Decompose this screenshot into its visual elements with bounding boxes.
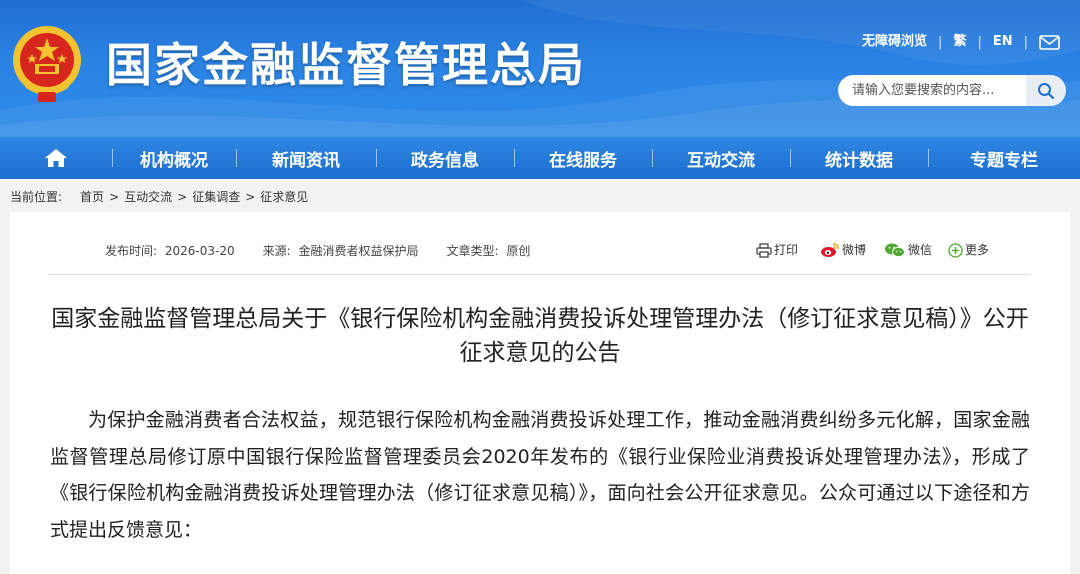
- breadcrumb: 当前位置: 首页 > 互动交流 > 征集调查 > 征求意见: [10, 188, 308, 206]
- national-emblem-icon[interactable]: [8, 22, 86, 106]
- source-value: 金融消费者权益保护局: [298, 244, 419, 258]
- link-separator: |: [1023, 34, 1028, 50]
- weibo-share-button[interactable]: 微博: [820, 240, 866, 260]
- search-icon: [1038, 82, 1055, 99]
- article-type-group: 文章类型: 原创: [447, 242, 531, 260]
- nav-item-interaction[interactable]: 互动交流: [652, 137, 790, 179]
- nav-item-news[interactable]: 新闻资讯: [236, 137, 376, 179]
- nav-item-government-info[interactable]: 政务信息: [376, 137, 514, 179]
- breadcrumb-separator: >: [245, 190, 256, 204]
- print-label: 打印: [774, 243, 799, 257]
- breadcrumb-home[interactable]: 首页: [80, 188, 104, 206]
- more-share-button[interactable]: 更多: [948, 240, 989, 260]
- type-value: 原创: [506, 244, 531, 258]
- home-icon: [45, 149, 67, 167]
- nav-item-online-service[interactable]: 在线服务: [514, 137, 652, 179]
- weibo-label: 微博: [842, 243, 867, 257]
- source-label: 来源:: [262, 244, 291, 258]
- breadcrumb-consultation[interactable]: 征求意见: [260, 188, 308, 206]
- link-separator: |: [977, 34, 982, 50]
- weibo-icon: [821, 243, 839, 257]
- type-label: 文章类型:: [446, 244, 499, 258]
- source-group: 来源: 金融消费者权益保护局: [263, 242, 419, 260]
- mail-icon[interactable]: [1039, 34, 1060, 50]
- accessibility-link[interactable]: 无障碍浏览: [862, 31, 927, 53]
- top-links: 无障碍浏览 | 繁 | EN |: [862, 31, 1060, 53]
- print-icon: [756, 242, 772, 258]
- wechat-icon: [885, 243, 906, 258]
- breadcrumb-interaction[interactable]: 互动交流: [124, 188, 172, 206]
- nav-item-statistics[interactable]: 统计数据: [790, 137, 928, 179]
- publish-date-group: 发布时间: 2026-03-20: [105, 242, 235, 260]
- share-bar: 打印 微博 微信 更多: [756, 240, 999, 260]
- wechat-label: 微信: [908, 243, 933, 257]
- site-header: 国家金融监督管理总局 无障碍浏览 | 繁 | EN |: [0, 0, 1080, 137]
- publish-label: 发布时间:: [105, 244, 158, 258]
- english-link[interactable]: EN: [993, 31, 1013, 53]
- search-input[interactable]: [838, 75, 1026, 106]
- article-meta: 发布时间: 2026-03-20 来源: 金融消费者权益保护局 文章类型: 原创: [105, 242, 558, 260]
- link-separator: |: [938, 34, 943, 50]
- print-button[interactable]: 打印: [756, 240, 798, 260]
- publish-date: 2026-03-20: [164, 244, 235, 258]
- site-title: 国家金融监督管理总局: [106, 38, 586, 92]
- traditional-chinese-link[interactable]: 繁: [953, 31, 966, 53]
- meta-divider: [48, 274, 1030, 275]
- main-nav: 机构概况 新闻资讯 政务信息 在线服务 互动交流 统计数据 专题专栏: [0, 137, 1080, 179]
- article-title: 国家金融监督管理总局关于《银行保险机构金融消费投诉处理管理办法（修订征求意见稿）…: [51, 306, 1029, 366]
- more-label: 更多: [965, 243, 990, 257]
- wechat-share-button[interactable]: 微信: [884, 240, 932, 260]
- nav-home[interactable]: [0, 137, 112, 179]
- plus-circle-icon: [948, 242, 963, 258]
- breadcrumb-label: 当前位置:: [10, 190, 63, 204]
- breadcrumb-separator: >: [109, 190, 120, 204]
- article-card: 发布时间: 2026-03-20 来源: 金融消费者权益保护局 文章类型: 原创…: [10, 212, 1070, 574]
- article-paragraph: 为保护金融消费者合法权益，规范银行保险机构金融消费投诉处理工作，推动金融消费纠纷…: [50, 409, 1030, 541]
- nav-item-special-topics[interactable]: 专题专栏: [928, 137, 1080, 179]
- breadcrumb-survey[interactable]: 征集调查: [192, 188, 240, 206]
- breadcrumb-separator: >: [177, 190, 188, 204]
- nav-item-institution[interactable]: 机构概况: [112, 137, 236, 179]
- search-button[interactable]: [1026, 75, 1066, 106]
